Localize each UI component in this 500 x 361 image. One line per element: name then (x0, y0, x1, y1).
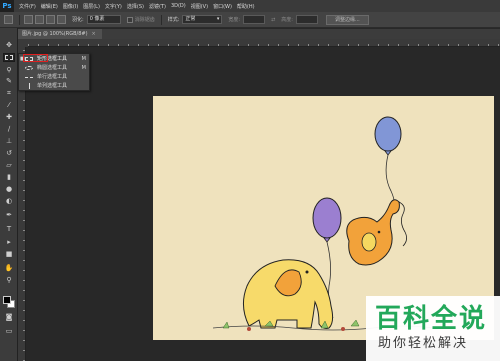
menu-file[interactable]: 文件(F) (19, 3, 36, 10)
blur-icon[interactable]: ● (3, 185, 15, 194)
highlight-annotation (23, 54, 48, 62)
antialias-label: 消除锯齿 (134, 17, 155, 23)
pen-icon[interactable]: ✒ (3, 211, 15, 220)
watermark-subtitle: 助你轻松解决 (378, 336, 469, 351)
intersect-selection-icon[interactable] (57, 15, 66, 24)
shortcut-key: M (81, 56, 86, 62)
refine-edge-button[interactable]: 调整边缘... (325, 14, 369, 25)
menu-select[interactable]: 选择(S) (127, 3, 144, 10)
watermark: 百科全说 助你轻松解决 (366, 296, 500, 361)
menu-filter[interactable]: 滤镜(T) (149, 3, 166, 10)
ruler-corner (18, 39, 28, 47)
single-row-icon (25, 77, 33, 78)
healing-icon[interactable]: ✚ (3, 113, 15, 122)
width-input[interactable] (243, 15, 266, 24)
flyout-item-label: 单列选框工具 (37, 83, 68, 89)
vertical-ruler (18, 47, 26, 361)
flyout-item-single-column[interactable]: 单列选框工具 (19, 82, 89, 90)
close-icon[interactable]: × (92, 31, 96, 37)
photoshop-window: Ps 文件(F) 编辑(E) 图像(I) 图层(L) 文字(Y) 选择(S) 滤… (0, 0, 500, 361)
menu-view[interactable]: 视图(V) (191, 3, 208, 10)
width-label: 宽度: (228, 17, 241, 23)
menu-bar: Ps 文件(F) 编辑(E) 图像(I) 图层(L) 文字(Y) 选择(S) 滤… (0, 0, 500, 12)
single-column-icon (29, 83, 30, 89)
marquee-icon[interactable] (3, 53, 15, 62)
flyout-item-label: 单行选框工具 (37, 74, 68, 80)
stamp-icon[interactable]: ⊥ (3, 137, 15, 146)
options-bar: 羽化: 0 像素 消除锯齿 样式: 正常 宽度: ⇄ 高度: 调整边缘... (0, 12, 500, 28)
brush-icon[interactable]: ∕ (3, 125, 15, 134)
app-logo: Ps (0, 0, 14, 12)
dodge-icon[interactable]: ◐ (3, 197, 15, 206)
flyout-item-label: 椭圆选框工具 (37, 65, 68, 71)
flyout-item-ellipse-marquee[interactable]: 椭圆选框工具 M (19, 64, 89, 72)
style-select[interactable]: 正常 (182, 15, 223, 24)
menu-type[interactable]: 文字(Y) (105, 3, 122, 10)
move-icon[interactable]: ✥ (3, 41, 15, 50)
yellow-elephant (243, 259, 334, 329)
quick-mask-icon[interactable]: ◙ (3, 313, 15, 322)
watermark-title: 百科全说 (375, 304, 488, 334)
flyout-item-single-row[interactable]: 单行选框工具 (19, 73, 89, 81)
orange-elephant (346, 199, 407, 266)
screen-mode-icon[interactable]: ▭ (3, 327, 15, 336)
foreground-color-swatch[interactable] (3, 296, 11, 304)
document-tab[interactable]: 图片.jpg @ 100%(RGB/8#) × (18, 29, 102, 39)
tool-preset-icon[interactable] (4, 15, 13, 24)
menu-image[interactable]: 图像(I) (63, 3, 78, 10)
feather-label: 羽化: (72, 17, 84, 23)
path-select-icon[interactable]: ▸ (3, 238, 15, 247)
hand-icon[interactable]: ✋ (3, 264, 15, 273)
menu-layer[interactable]: 图层(L) (83, 3, 100, 10)
document-tabs: 图片.jpg @ 100%(RGB/8#) × (18, 29, 500, 39)
gradient-icon[interactable]: ▮ (3, 173, 15, 182)
swap-icon[interactable]: ⇄ (271, 17, 275, 23)
quick-select-icon[interactable]: ✎ (3, 77, 15, 86)
divider (160, 14, 162, 25)
menu-3d[interactable]: 3D(D) (171, 3, 186, 9)
add-selection-icon[interactable] (35, 15, 44, 24)
new-selection-icon[interactable] (24, 15, 33, 24)
shortcut-key: M (81, 65, 86, 71)
menu-edit[interactable]: 编辑(E) (41, 3, 58, 10)
history-brush-icon[interactable]: ↺ (3, 149, 15, 158)
eraser-icon[interactable]: ▱ (3, 161, 15, 170)
zoom-icon[interactable]: ⚲ (3, 276, 15, 285)
blue-balloon (374, 116, 402, 215)
horizontal-ruler (28, 39, 500, 47)
crop-icon[interactable]: ⌗ (3, 89, 15, 98)
ellipse-marquee-icon (25, 66, 33, 70)
menu-help[interactable]: 帮助(H) (237, 3, 255, 10)
menu-window[interactable]: 窗口(W) (213, 3, 232, 10)
type-icon[interactable]: T (3, 225, 15, 234)
eyedropper-icon[interactable]: ⁄ (3, 101, 15, 110)
document-title: 图片.jpg @ 100%(RGB/8#) (22, 31, 88, 37)
height-label: 高度: (281, 17, 293, 23)
style-label: 样式: (167, 17, 180, 23)
tools-panel: ✥ ϙ ✎ ⌗ ⁄ ✚ ∕ ⊥ ↺ ▱ ▮ ● ◐ ✒ T ▸ ■ ✋ ⚲ ◙ … (0, 28, 18, 361)
antialias-checkbox[interactable] (126, 16, 133, 23)
shape-icon[interactable]: ■ (3, 250, 15, 259)
lasso-icon[interactable]: ϙ (3, 65, 15, 74)
divider (19, 14, 20, 25)
feather-input[interactable]: 0 像素 (86, 15, 121, 24)
subtract-selection-icon[interactable] (46, 15, 55, 24)
height-input[interactable] (295, 15, 318, 24)
